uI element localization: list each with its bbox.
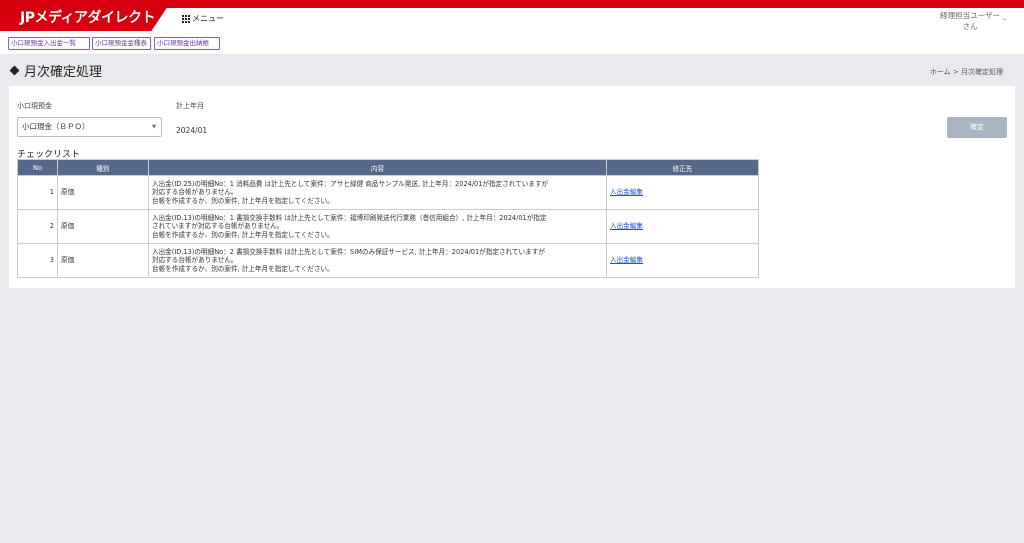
row-content: 入出金(ID.25)の明細No：1 消耗品費 は計上先として案件：アサヒ緑健 商… <box>148 175 607 210</box>
row-content: 入出金(ID.13)の明細No：1 書損交換手数料 は計上先として案件：福博印刷… <box>148 209 607 244</box>
content-line: 対応する台帳がありません。 <box>152 188 238 197</box>
breadcrumb[interactable]: ホーム > 月次確定処理 <box>930 67 1003 77</box>
row-content: 入出金(ID.13)の明細No：2 書損交換手数料 は計上先として案件：SIMの… <box>148 243 607 278</box>
logo-text: JPメディアダイレクト <box>20 10 156 26</box>
caret-down-icon: ▼ <box>152 124 156 130</box>
account-select[interactable]: 小口現金（ＢＰＯ） ▼ <box>17 117 162 137</box>
user-suffix: さん <box>962 22 978 31</box>
content-line: 台帳を作成するか、別の案件, 計上年月を指定してください。 <box>152 264 334 273</box>
row-kind: 原価 <box>57 209 149 244</box>
row-kind: 原価 <box>57 175 149 210</box>
grid-icon <box>182 14 190 23</box>
confirm-button[interactable]: 確定 <box>947 117 1007 138</box>
row-fix: 入出金編集 <box>606 175 759 210</box>
user-name: 経理担当ユーザー <box>940 11 1000 20</box>
content-line: 台帳を作成するか、別の案件, 計上年月を指定してください。 <box>152 196 334 205</box>
chevron-down-icon[interactable]: ⌄ <box>1002 15 1007 22</box>
diamond-icon <box>9 65 20 76</box>
table-row: 1 原価 入出金(ID.25)の明細No：1 消耗品費 は計上先として案件：アサ… <box>17 175 759 210</box>
table-header-row: No 種別 内容 修正先 <box>17 159 759 176</box>
logo[interactable]: JPメディアダイレクト <box>0 0 172 31</box>
edit-link[interactable]: 入出金編集 <box>610 256 643 264</box>
subnav-link-denomination[interactable]: 小口現預金金種表 <box>92 37 151 50</box>
col-content: 内容 <box>148 159 607 176</box>
table-row: 3 原価 入出金(ID.13)の明細No：2 書損交換手数料 は計上先として案件… <box>17 243 759 278</box>
menu-button[interactable]: メニュー <box>182 13 224 24</box>
page-title: 月次確定処理 <box>9 61 103 80</box>
account-select-value: 小口現金（ＢＰＯ） <box>22 122 90 131</box>
menu-label: メニュー <box>192 14 224 23</box>
col-no: No <box>17 159 58 176</box>
subnav-link-cash-list[interactable]: 小口現預金入出金一覧 <box>8 37 90 50</box>
main-panel: 小口現預金 小口現金（ＢＰＯ） ▼ 計上年月 2024/01 確定 チェックリス… <box>9 86 1015 288</box>
month-value: 2024/01 <box>176 126 208 135</box>
row-kind: 原価 <box>57 243 149 278</box>
month-label: 計上年月 <box>176 102 204 110</box>
row-fix: 入出金編集 <box>606 209 759 244</box>
page-title-text: 月次確定処理 <box>24 65 103 80</box>
edit-link[interactable]: 入出金編集 <box>610 222 643 230</box>
content-line: 対応する台帳がありません。 <box>152 256 238 265</box>
content-line: 入出金(ID.25)の明細No：1 消耗品費 は計上先として案件：アサヒ緑健 商… <box>152 179 549 188</box>
edit-link[interactable]: 入出金編集 <box>610 188 643 196</box>
content-line: 入出金(ID.13)の明細No：2 書損交換手数料 は計上先として案件：SIMの… <box>152 247 545 256</box>
top-bar: JPメディアダイレクト メニュー 経理担当ユーザー さん ⌄ <box>0 0 1024 34</box>
account-label: 小口現預金 <box>17 102 52 110</box>
row-no: 2 <box>17 209 58 244</box>
col-kind: 種別 <box>57 159 149 176</box>
col-fix: 修正先 <box>606 159 759 176</box>
user-menu[interactable]: 経理担当ユーザー さん <box>940 10 1000 32</box>
content-line: 入出金(ID.13)の明細No：1 書損交換手数料 は計上先として案件：福博印刷… <box>152 213 547 222</box>
content-line: されていますが対応する台帳がありません。 <box>152 222 284 231</box>
row-no: 3 <box>17 243 58 278</box>
subnav-link-cash-book[interactable]: 小口現預金出納帳 <box>154 37 220 50</box>
row-fix: 入出金編集 <box>606 243 759 278</box>
row-no: 1 <box>17 175 58 210</box>
content-line: 台帳を作成するか、別の案件, 計上年月を指定してください。 <box>152 230 334 239</box>
table-row: 2 原価 入出金(ID.13)の明細No：1 書損交換手数料 は計上先として案件… <box>17 209 759 244</box>
sub-navigation: 小口現預金入出金一覧 小口現預金金種表 小口現預金出納帳 <box>0 34 1024 54</box>
checklist-table: No 種別 内容 修正先 1 原価 入出金(ID.25)の明細No：1 消耗品費… <box>17 159 759 278</box>
